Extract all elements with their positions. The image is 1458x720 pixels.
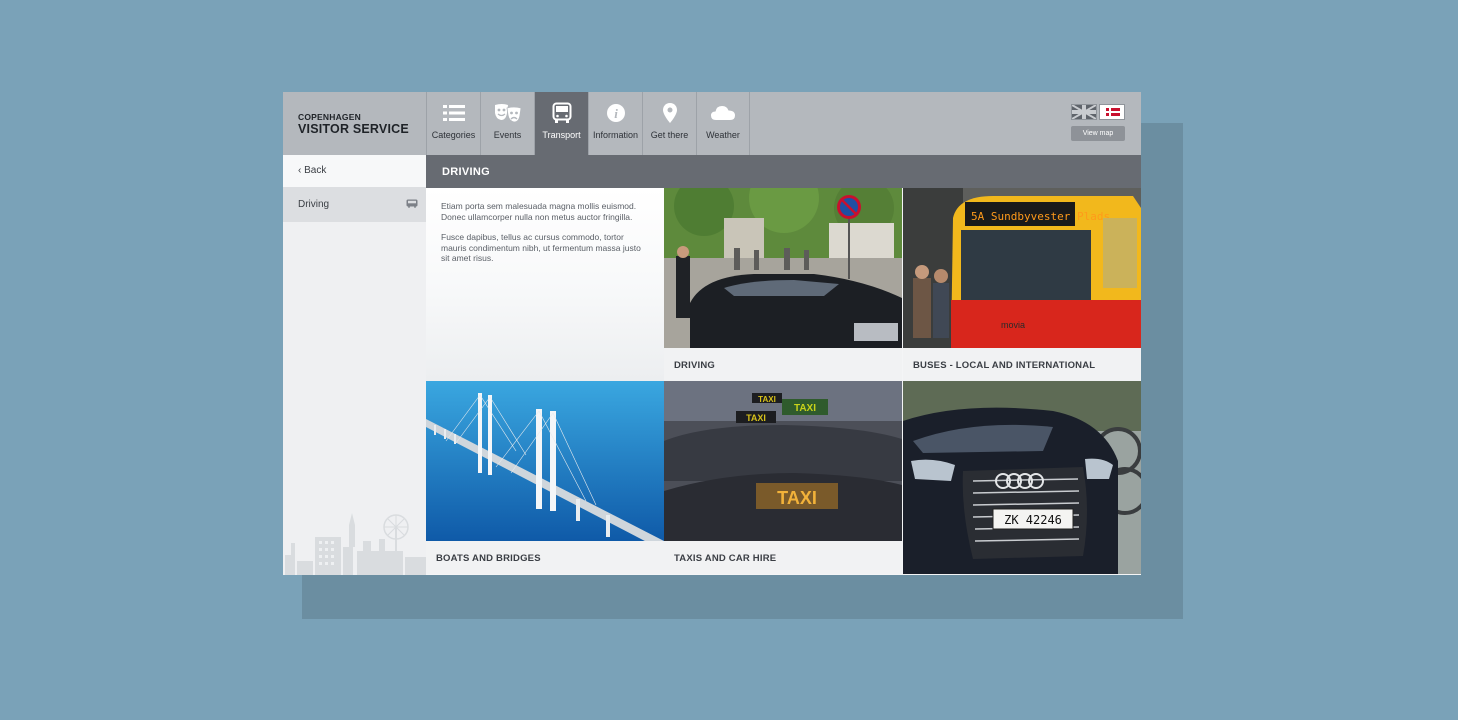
taxi-sign-medium: TAXI	[746, 413, 766, 423]
intro-paragraph: Etiam porta sem malesuada magna mollis e…	[441, 201, 637, 222]
tab-label: Weather	[706, 130, 740, 140]
theater-masks-icon	[494, 92, 522, 130]
main-content: DRIVING Etiam porta sem malesuada magna …	[426, 155, 1141, 575]
tab-categories[interactable]: Categories	[426, 92, 480, 155]
tile-driving[interactable]: DRIVING	[664, 188, 902, 381]
cloud-icon	[710, 92, 736, 130]
sidebar-item-driving[interactable]: Driving	[283, 187, 426, 222]
taxi-sign-green: TAXI	[794, 403, 816, 414]
tile-boats-and-bridges[interactable]: BOATS AND BRIDGES	[426, 381, 664, 574]
logo-line-2: VISITOR SERVICE	[298, 122, 409, 136]
tile-buses[interactable]: 5A Sundbyvester Plads movia BUSES - LOCA…	[903, 188, 1141, 381]
tile-caption: BOATS AND BRIDGES	[426, 541, 664, 574]
tile-caption: BUSES - LOCAL AND INTERNATIONAL	[903, 348, 1141, 381]
tab-label: Categories	[431, 130, 476, 140]
intro-text: Etiam porta sem malesuada magna mollis e…	[426, 188, 664, 381]
tile-grid: Etiam porta sem malesuada magna mollis e…	[426, 188, 1141, 575]
tab-label: Events	[493, 130, 522, 140]
back-label: Back	[304, 165, 327, 176]
tab-label: Get there	[650, 130, 689, 140]
bus-destination-sign: 5A Sundbyvester Plads	[971, 210, 1110, 223]
logo[interactable]: COPENHAGEN VISITOR SERVICE	[283, 92, 426, 155]
tile-caption: TAXIS AND CAR HIRE	[664, 541, 902, 574]
taxi-photo: TAXI TAXI TAXI TAXI	[664, 381, 902, 541]
tab-get-there[interactable]: Get there	[642, 92, 696, 155]
tab-transport[interactable]: Transport	[534, 92, 588, 155]
uk-flag-icon	[1071, 104, 1097, 120]
tile-caption: DRIVING	[664, 348, 902, 381]
taxi-sign-large: TAXI	[777, 488, 817, 508]
license-plate: ZK 42246	[1004, 513, 1062, 527]
driving-photo	[664, 188, 902, 348]
bridge-photo	[426, 381, 664, 541]
tab-weather[interactable]: Weather	[696, 92, 750, 155]
tab-information[interactable]: i Information	[588, 92, 642, 155]
location-pin-icon	[662, 92, 678, 130]
view-map-button[interactable]: View map	[1071, 126, 1125, 141]
tab-events[interactable]: Events	[480, 92, 534, 155]
bus-front-icon	[552, 92, 572, 130]
top-bar: COPENHAGEN VISITOR SERVICE Categories Ev…	[283, 92, 1141, 155]
language-switcher	[1071, 104, 1125, 120]
denmark-flag-icon	[1100, 105, 1124, 119]
flag-uk-button[interactable]	[1071, 104, 1097, 120]
intro-paragraph: Fusce dapibus, tellus ac cursus commodo,…	[441, 232, 641, 263]
taxi-sign-small: TAXI	[758, 395, 776, 404]
list-icon	[442, 92, 465, 130]
tab-label: Information	[592, 130, 639, 140]
city-skyline-illustration	[285, 513, 426, 575]
tab-label: Transport	[542, 130, 581, 140]
bus-brand-label: movia	[1001, 320, 1025, 330]
svg-text:i: i	[614, 106, 618, 121]
sidebar-item-label: Driving	[298, 199, 330, 210]
flag-denmark-button[interactable]	[1099, 104, 1125, 120]
main-nav: Categories Events Transport i Informatio…	[426, 92, 750, 155]
sidebar: ‹ Back Driving	[283, 155, 426, 575]
page-title: DRIVING	[426, 155, 1141, 188]
back-button[interactable]: ‹ Back	[283, 155, 426, 187]
tile-taxis-and-car-hire[interactable]: TAXI TAXI TAXI TAXI TAXIS AND CAR HIRE	[664, 381, 902, 574]
bus-photo: 5A Sundbyvester Plads movia	[903, 188, 1141, 348]
car-photo: ZK 42246	[903, 381, 1141, 574]
tile-car-photo[interactable]: ZK 42246	[903, 381, 1141, 574]
logo-line-1: COPENHAGEN	[298, 112, 361, 122]
bus-icon	[406, 199, 418, 211]
app-window: COPENHAGEN VISITOR SERVICE Categories Ev…	[283, 92, 1141, 575]
info-icon: i	[606, 92, 626, 130]
